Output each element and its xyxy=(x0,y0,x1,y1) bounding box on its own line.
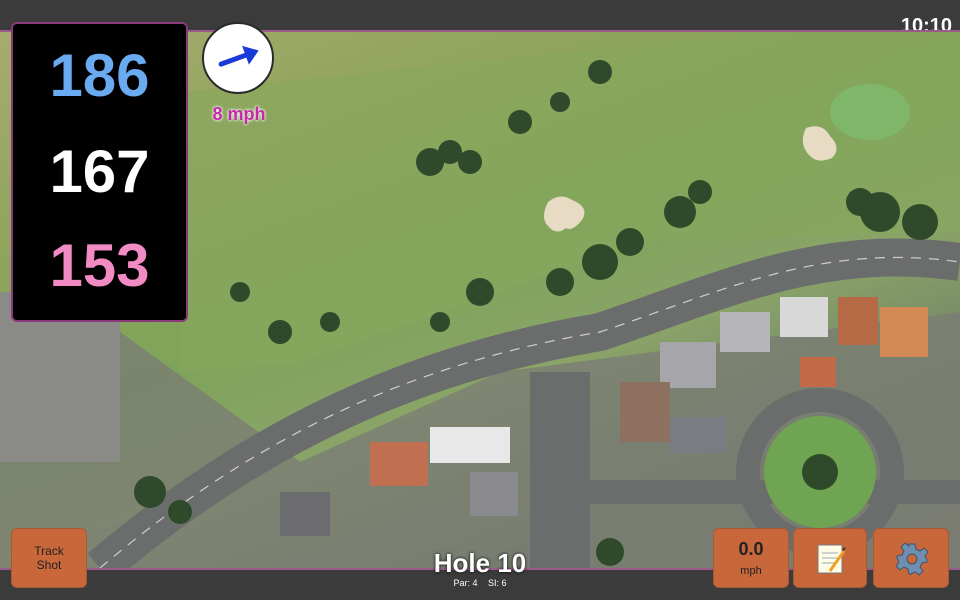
hole-details: Par: 4 SI: 6 xyxy=(380,578,580,588)
speed-button[interactable]: 0.0 mph xyxy=(713,528,789,588)
settings-button[interactable] xyxy=(873,528,949,588)
distance-front: 153 xyxy=(49,232,150,299)
track-shot-button[interactable]: Track Shot xyxy=(11,528,87,588)
distance-panel: 186 167 153 xyxy=(11,22,188,322)
house xyxy=(670,417,726,453)
wind-dial xyxy=(202,22,274,94)
house xyxy=(720,312,770,352)
distance-back: 186 xyxy=(49,42,150,109)
wind-speed: 8 mph xyxy=(212,104,266,124)
house xyxy=(780,297,828,337)
putting-green xyxy=(830,84,910,140)
notepad-icon xyxy=(817,544,846,574)
speed-value: 0.0 xyxy=(738,539,764,559)
track-shot-label-line1: Track xyxy=(34,544,64,558)
distance-middle: 167 xyxy=(49,138,150,205)
house xyxy=(280,492,330,536)
house xyxy=(370,442,428,486)
house xyxy=(430,427,510,463)
house xyxy=(838,297,878,345)
house xyxy=(620,382,670,442)
hole-stroke-index: SI: 6 xyxy=(488,578,507,588)
house xyxy=(880,307,928,357)
house xyxy=(660,342,716,388)
notes-button[interactable] xyxy=(793,528,867,588)
house xyxy=(800,357,836,387)
speed-unit: mph xyxy=(740,565,762,577)
wind-direction-arrow-icon xyxy=(218,45,259,67)
house xyxy=(470,472,518,516)
hole-title: Hole 10 xyxy=(433,548,527,578)
gear-icon xyxy=(895,542,929,576)
hole-par: Par: 4 xyxy=(453,578,478,588)
track-shot-label-line2: Shot xyxy=(36,558,62,572)
